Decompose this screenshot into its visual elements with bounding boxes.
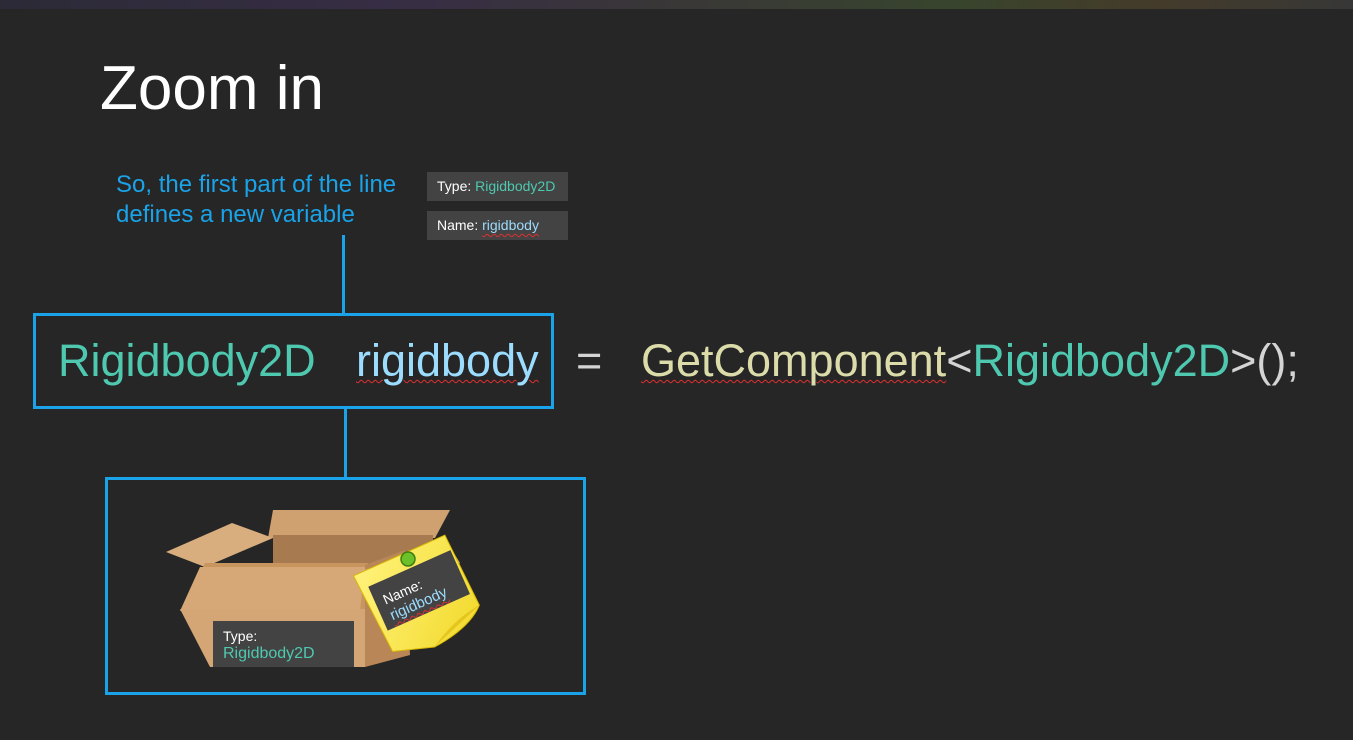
pushpin-icon (400, 551, 416, 567)
box-back-flap (268, 510, 450, 538)
code-open-angle: < (946, 335, 973, 386)
box-left-flap (166, 523, 273, 567)
slide-title: Zoom in (100, 54, 324, 123)
info-type-label: Type: (437, 178, 476, 194)
code-method: GetComponent (641, 335, 947, 386)
callout-line-2: defines a new variable (116, 201, 355, 228)
callout-line-1: So, the first part of the line (116, 171, 397, 198)
info-name-label: Name: (437, 217, 483, 233)
code-call: GetComponent<Rigidbody2D>(); (641, 334, 1299, 388)
code-variable-name: rigidbody (356, 335, 539, 386)
box-type-label: Type: Rigidbody2D (213, 621, 354, 667)
box-type-caption: Type: (223, 628, 258, 644)
box-type-value: Rigidbody2D (223, 645, 315, 662)
connector-line-top (342, 235, 345, 315)
connector-line-bottom (344, 408, 347, 478)
code-generic-type: Rigidbody2D (972, 335, 1231, 386)
box-front-top (180, 567, 365, 611)
top-gradient-strip (0, 0, 1353, 9)
info-type-box: Type: Rigidbody2D (427, 172, 568, 201)
code-equals: = (576, 335, 603, 386)
code-close: >(); (1230, 335, 1299, 386)
info-type-value: Rigidbody2D (475, 178, 556, 194)
info-name-value: rigidbody (482, 217, 539, 233)
code-type: Rigidbody2D (58, 335, 316, 386)
callout-text: So, the first part of the line defines a… (116, 170, 396, 230)
info-name-box: Name: rigidbody (427, 211, 568, 240)
